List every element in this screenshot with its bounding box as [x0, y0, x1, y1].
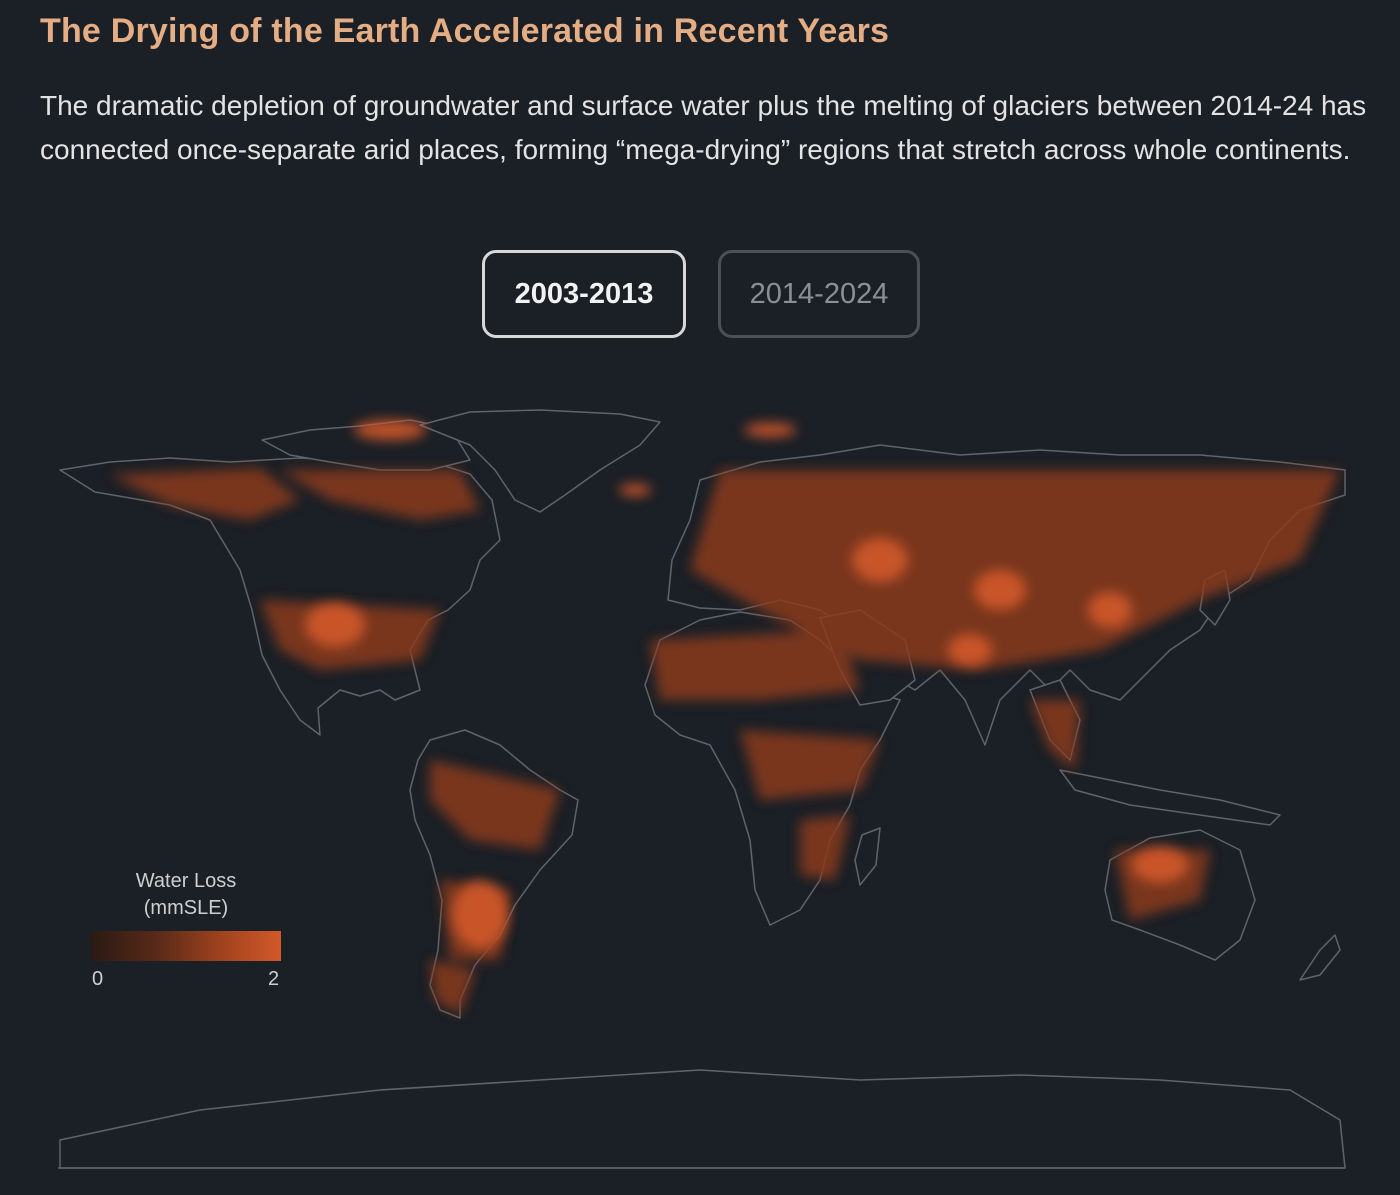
- legend-color-bar: [91, 931, 281, 961]
- landmass-madagascar: [854, 827, 881, 886]
- legend-min-label: 0: [92, 968, 104, 990]
- legend-title-line2: (mmSLE): [143, 897, 229, 919]
- legend-title-line1: Water Loss: [135, 870, 237, 892]
- world-map: [58, 409, 1346, 1169]
- landmass-antarctica: [59, 1069, 1346, 1169]
- landmass-new-zealand: [1299, 934, 1341, 981]
- landmass-indonesia: [1059, 769, 1281, 826]
- legend-max-label: 2: [268, 968, 280, 990]
- legend-title: Water Loss (mmSLE): [96, 868, 276, 922]
